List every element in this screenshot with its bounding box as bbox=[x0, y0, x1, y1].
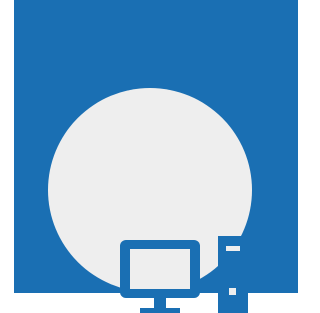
page bbox=[0, 0, 298, 313]
icon-circle bbox=[48, 88, 252, 313]
desktop-computer-icon bbox=[120, 236, 248, 313]
computer-tile[interactable] bbox=[14, 0, 298, 313]
